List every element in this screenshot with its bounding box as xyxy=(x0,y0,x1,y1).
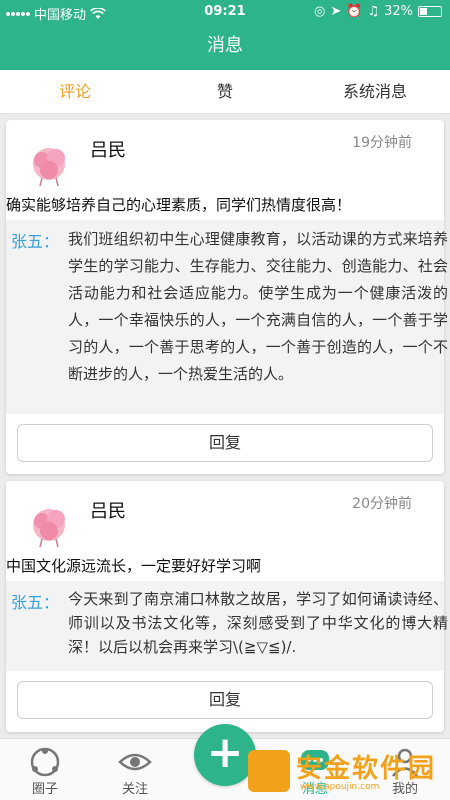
reply-button[interactable]: 回复 xyxy=(17,681,433,719)
reply-text: 我们班组织初中生心理健康教育，以活动课的方式来培养学生的学习能力、生存能力、交往… xyxy=(68,230,448,383)
add-button[interactable]: + xyxy=(194,724,256,786)
message-card: 吕民 20分钟前 中国文化源远流长，一定要好好学习啊 张五： 今天来到了南京浦口… xyxy=(6,481,448,732)
status-right: ◎ ➤ ⏰ ♫ 32% xyxy=(314,4,442,19)
nav-item-circle[interactable]: 圈子 xyxy=(0,739,90,800)
post-time: 19分钟前 xyxy=(352,135,412,151)
watermark-url: www.apoujin.com xyxy=(300,782,380,792)
tab-likes[interactable]: 赞 xyxy=(150,70,300,113)
watermark: 安金软件园 www.apoujin.com xyxy=(248,742,448,798)
tab-bar: 评论 赞 系统消息 xyxy=(0,70,450,114)
post-time: 20分钟前 xyxy=(352,496,412,512)
reply-author[interactable]: 张五： xyxy=(11,589,59,613)
tab-comments[interactable]: 评论 xyxy=(0,70,150,113)
comment-text: 中国文化源远流长，一定要好好学习啊 xyxy=(6,557,262,575)
reply-text: 今天来到了南京浦口林散之故居，学习了如何诵读诗经、师训以及书法文化等，深刻感受到… xyxy=(68,590,448,656)
nav-label: 圈子 xyxy=(31,782,58,797)
author-name: 吕民 xyxy=(90,501,126,522)
watermark-logo-icon xyxy=(248,750,290,792)
message-card: 吕民 19分钟前 确实能够培养自己的心理素质，同学们热情度很高！ 张五： 我们班… xyxy=(6,120,448,474)
headphones-icon: ♫ xyxy=(367,4,380,19)
alarm-icon: ⏰ xyxy=(346,4,363,19)
location-icon: ➤ xyxy=(330,4,342,19)
avatar[interactable] xyxy=(20,130,78,188)
tab-system-messages[interactable]: 系统消息 xyxy=(300,70,450,113)
nav-item-follow[interactable]: 关注 xyxy=(90,739,180,800)
reply-block: 张五： 我们班组织初中生心理健康教育，以活动课的方式来培养学生的学习能力、生存能… xyxy=(6,220,448,414)
nav-label: 关注 xyxy=(121,782,148,797)
circle-people-icon xyxy=(30,747,60,777)
reply-button[interactable]: 回复 xyxy=(17,424,433,462)
comment-text: 确实能够培养自己的心理素质，同学们热情度很高！ xyxy=(6,196,352,214)
reply-author[interactable]: 张五： xyxy=(11,228,59,252)
author-name: 吕民 xyxy=(90,140,126,161)
avatar[interactable] xyxy=(20,491,78,549)
reply-block: 张五： 今天来到了南京浦口林散之故居，学习了如何诵读诗经、师训以及书法文化等，深… xyxy=(6,581,448,671)
page-title: 消息 xyxy=(0,22,450,70)
lock-rotation-icon: ◎ xyxy=(314,4,326,19)
status-bar: 中国移动 09:21 ◎ ➤ ⏰ ♫ 32% xyxy=(0,0,450,23)
eye-icon xyxy=(118,753,152,771)
watermark-text: 安金软件园 xyxy=(296,754,437,784)
battery-percent: 32% xyxy=(384,4,413,19)
battery-icon xyxy=(418,6,442,17)
